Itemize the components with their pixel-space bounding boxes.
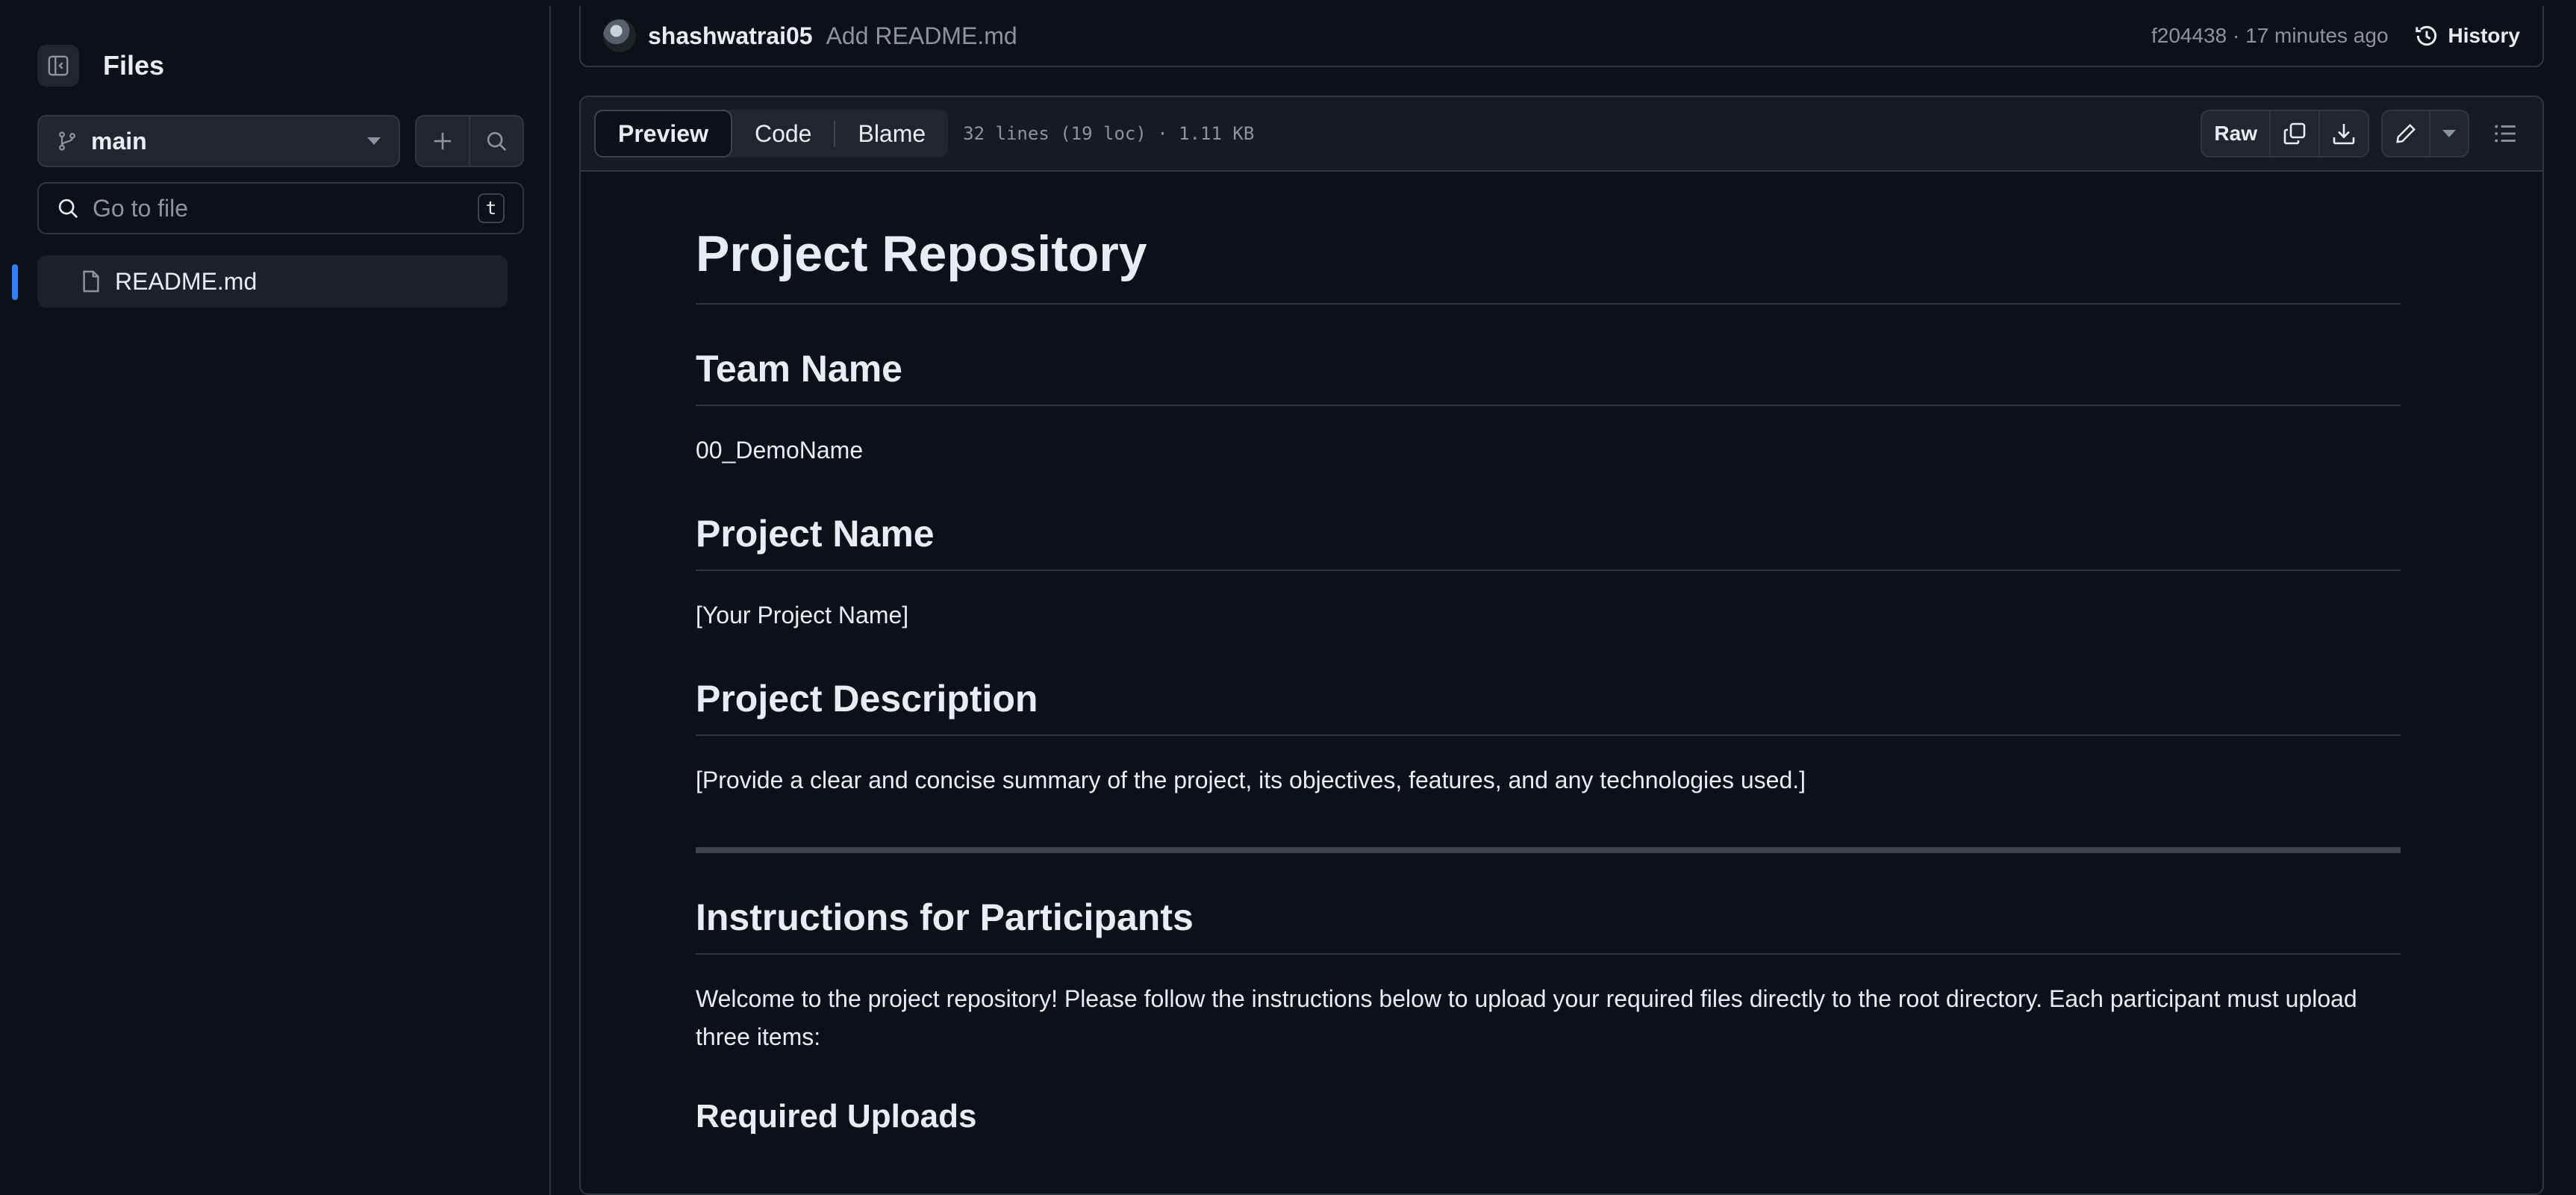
active-indicator xyxy=(12,264,18,300)
project-value: [Your Project Name] xyxy=(696,601,909,628)
project-heading: Project Name xyxy=(696,511,2401,571)
outline-button[interactable] xyxy=(2481,110,2529,157)
raw-button[interactable]: Raw xyxy=(2202,111,2269,156)
search-files-button[interactable] xyxy=(469,116,523,166)
file-stats: 32 lines (19 loc) · 1.11 KB xyxy=(963,123,1255,144)
collapse-sidebar-button[interactable] xyxy=(37,45,79,87)
plus-icon xyxy=(434,132,452,150)
keyboard-shortcut: t xyxy=(478,193,505,223)
chevron-down-icon xyxy=(367,137,381,145)
search-icon xyxy=(487,131,507,152)
tab-preview[interactable]: Preview xyxy=(594,110,732,157)
branch-selector[interactable]: main xyxy=(37,115,400,167)
sidebar-actions xyxy=(415,115,524,167)
add-file-button[interactable] xyxy=(417,116,469,166)
sidebar-collapse-icon xyxy=(48,55,69,76)
branch-icon xyxy=(59,131,75,151)
readme-title: Project Repository xyxy=(696,224,2401,305)
copy-raw-button[interactable] xyxy=(2269,111,2318,156)
team-heading: Team Name xyxy=(696,346,2401,406)
files-title: Files xyxy=(103,50,165,81)
tab-code[interactable]: Code xyxy=(732,110,835,157)
description-value: [Provide a clear and concise summary of … xyxy=(696,766,1806,793)
file-viewer: Preview Code Blame 32 lines (19 loc) · 1… xyxy=(579,96,2544,1195)
history-icon xyxy=(2415,25,2436,46)
go-to-file-placeholder: Go to file xyxy=(93,194,189,222)
file-icon xyxy=(83,270,99,293)
edit-actions xyxy=(2381,110,2469,157)
history-button[interactable]: History xyxy=(2414,23,2520,49)
list-icon xyxy=(2495,125,2516,143)
team-value: 00_DemoName xyxy=(696,436,864,464)
description-heading: Project Description xyxy=(696,676,2401,736)
file-sidebar: Files main Go to file t README.md xyxy=(12,6,551,1195)
go-to-file-input[interactable]: Go to file t xyxy=(37,182,524,234)
download-button[interactable] xyxy=(2318,111,2368,156)
branch-name: main xyxy=(91,127,147,155)
divider xyxy=(696,847,2401,854)
view-mode-tabs: Preview Code Blame xyxy=(594,110,949,157)
commit-message[interactable]: Add README.md xyxy=(826,22,2151,50)
history-label: History xyxy=(2448,24,2520,47)
copy-icon xyxy=(2283,122,2306,145)
edit-file-button[interactable] xyxy=(2383,111,2429,156)
file-toolbar: Preview Code Blame 32 lines (19 loc) · 1… xyxy=(581,97,2542,172)
readme-content: Project Repository Team Name 00_DemoName… xyxy=(696,224,2401,1136)
tree-item-readme[interactable]: README.md xyxy=(37,255,508,308)
commit-author[interactable]: shashwatrai05 xyxy=(648,22,813,50)
instructions-heading: Instructions for Participants xyxy=(696,895,2401,955)
edit-more-button[interactable] xyxy=(2429,111,2468,156)
latest-commit-bar: shashwatrai05 Add README.md f204438 · 17… xyxy=(579,6,2544,67)
page-frame: Files main Go to file t README.md shashw… xyxy=(12,6,2550,1195)
chevron-down-icon xyxy=(2442,130,2456,137)
uploads-heading: Required Uploads xyxy=(696,1097,977,1135)
search-icon xyxy=(58,199,78,219)
avatar[interactable] xyxy=(603,19,636,52)
pencil-icon xyxy=(2396,124,2416,143)
download-icon xyxy=(2333,124,2355,145)
raw-actions: Raw xyxy=(2201,110,2369,157)
tree-item-label: README.md xyxy=(115,267,258,295)
tab-blame[interactable]: Blame xyxy=(835,110,948,157)
instructions-text: Welcome to the project repository! Pleas… xyxy=(696,985,2357,1051)
branch-row: main xyxy=(37,115,524,167)
sidebar-header: Files xyxy=(37,42,164,90)
commit-meta[interactable]: f204438 · 17 minutes ago xyxy=(2151,24,2389,48)
